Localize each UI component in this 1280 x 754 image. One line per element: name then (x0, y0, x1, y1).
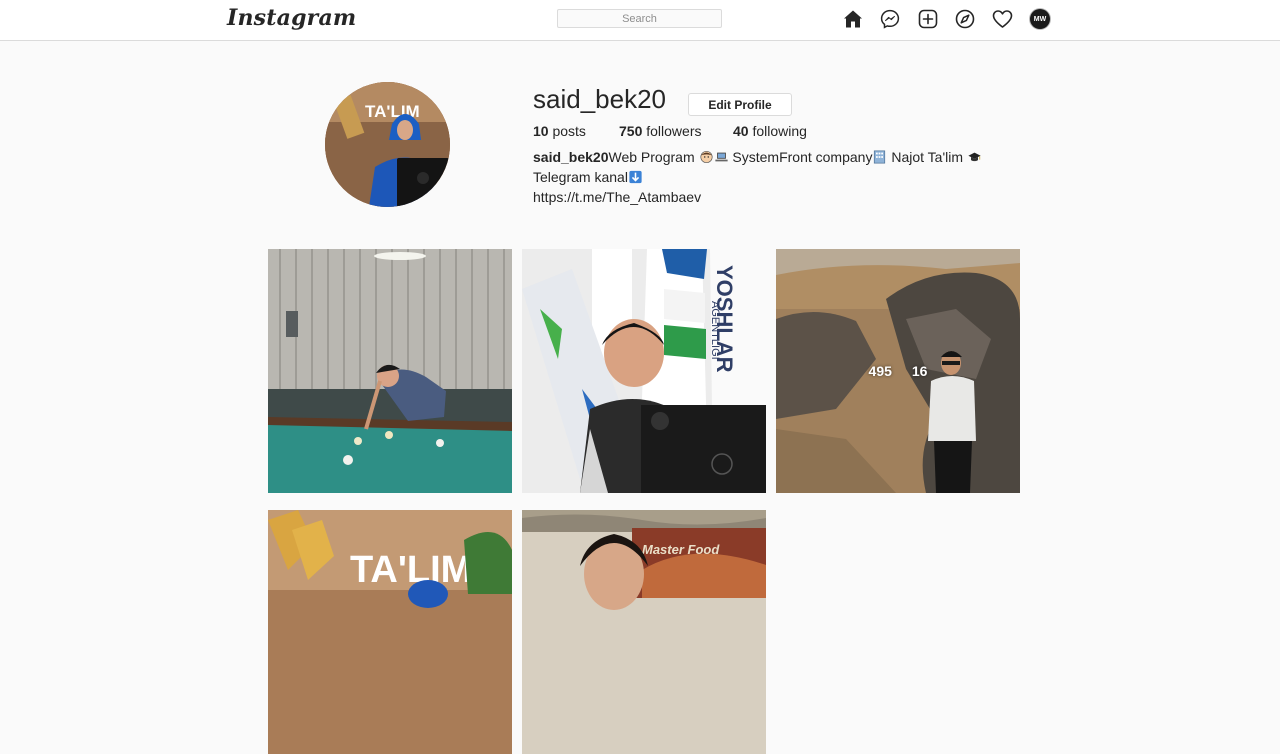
post-likes-count: 495 (868, 363, 892, 379)
laptop-emoji-icon (714, 152, 728, 162)
profile-username: said_bek20 (533, 84, 666, 114)
following-label: following (752, 123, 807, 139)
following-count: 40 (733, 123, 749, 139)
activity-heart-icon[interactable] (991, 8, 1013, 30)
bio-line-2: Telegram kanal (533, 167, 993, 187)
svg-text:AGENTLIGI: AGENTLIGI (709, 301, 721, 360)
bio-name: said_bek20 (533, 149, 609, 165)
technologist-emoji-icon (699, 150, 713, 164)
profile-picture[interactable]: TA'LIM (325, 82, 450, 207)
following-stat[interactable]: 40 following (733, 123, 807, 139)
explore-icon[interactable] (954, 8, 976, 30)
followers-stat[interactable]: 750 followers (619, 123, 702, 139)
post-comments-count: 16 (911, 363, 928, 379)
post-image-talim-wall: TA'LIM (268, 510, 512, 754)
post-image-restaurant: Master Food (522, 510, 766, 754)
svg-text:Master Food: Master Food (642, 542, 720, 557)
bio-text-web-program: Web Program (608, 149, 695, 165)
bio-link[interactable]: https://t.me/The_Atambaev (533, 189, 701, 205)
down-arrow-emoji-icon (629, 170, 642, 184)
profile-avatar-mini[interactable]: MW (1030, 9, 1050, 29)
svg-text:TA'LIM: TA'LIM (350, 549, 472, 591)
messenger-icon[interactable] (879, 8, 901, 30)
bio-line-3: https://t.me/The_Atambaev (533, 187, 993, 207)
top-navigation-bar: Instagram MW (0, 0, 1280, 41)
followers-count: 750 (619, 123, 643, 139)
office-building-emoji-icon (874, 150, 886, 164)
profile-bio: said_bek20Web Program SystemFront compan… (533, 147, 993, 207)
followers-label: followers (646, 123, 702, 139)
post-thumbnail-billiards[interactable] (268, 249, 512, 493)
post-thumbnail-talim-wall[interactable]: TA'LIM (268, 510, 512, 754)
bio-text-najot-talim: Najot Ta'lim (891, 149, 964, 165)
bio-line-1: said_bek20Web Program SystemFront compan… (533, 147, 993, 167)
posts-label: posts (552, 123, 586, 139)
posts-count: 10 (533, 123, 549, 139)
post-thumbnail-restaurant[interactable]: Master Food (522, 510, 766, 754)
bio-text-telegram: Telegram kanal (533, 169, 628, 185)
search-input[interactable] (557, 9, 722, 28)
bio-text-company: SystemFront company (732, 149, 873, 165)
post-thumbnail-flags[interactable]: YOSHLAR AGENTLIGI (522, 249, 766, 493)
posts-stat: 10 posts (533, 123, 586, 139)
post-hover-overlay: 495 16 (776, 249, 1020, 493)
post-thumbnail-rocks[interactable]: 495 16 (776, 249, 1020, 493)
graduation-cap-emoji-icon (968, 152, 981, 162)
post-image-flags: YOSHLAR AGENTLIGI (522, 249, 766, 493)
new-post-icon[interactable] (917, 8, 939, 30)
instagram-logo[interactable]: Instagram (227, 5, 356, 31)
post-image-billiards (268, 249, 512, 493)
home-icon[interactable] (842, 8, 864, 30)
edit-profile-button[interactable]: Edit Profile (688, 93, 792, 116)
profile-photo-image: TA'LIM (325, 82, 450, 207)
